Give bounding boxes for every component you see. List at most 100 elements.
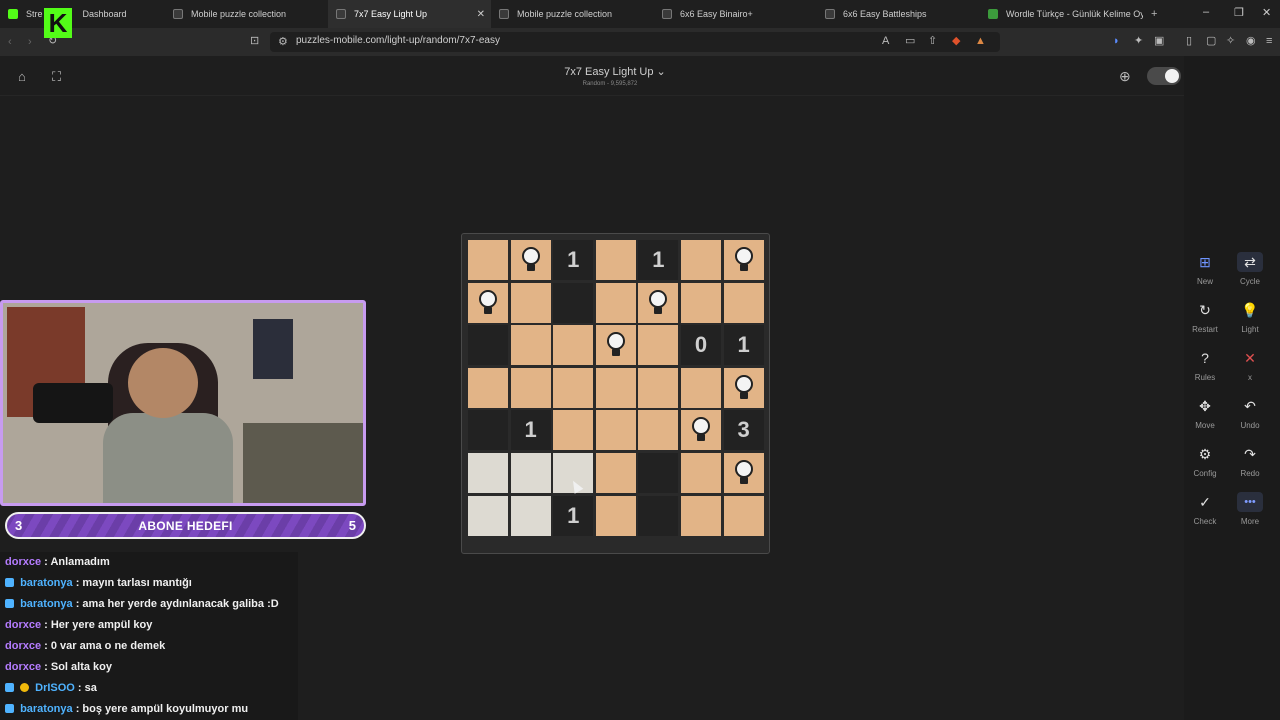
tab-wordle[interactable]: Wordle Türkçe - Günlük Kelime Oyu	[980, 0, 1143, 28]
help-icon: ?	[1201, 350, 1209, 366]
board-cell-lit[interactable]	[553, 367, 594, 408]
page-title[interactable]: 7x7 Easy Light Up ⌄	[540, 65, 690, 78]
board-cell-lit[interactable]	[723, 282, 764, 323]
translate-icon[interactable]: A	[882, 36, 889, 47]
board-cell-unlit[interactable]	[510, 495, 551, 536]
back-icon[interactable]: ‹	[8, 37, 12, 48]
puzzle-favicon-icon	[336, 9, 346, 19]
board-cell-lit[interactable]	[681, 367, 721, 408]
rewards-icon[interactable]: ▲	[975, 36, 986, 47]
new-button[interactable]: ⊞ New	[1183, 248, 1227, 292]
tab-label: Mobile puzzle collection	[191, 9, 287, 19]
board-cell-lit[interactable]	[510, 325, 551, 366]
board-cell-bulb[interactable]	[510, 240, 551, 280]
tab-stream-dashboard[interactable]: Stre Dashboard	[0, 0, 165, 28]
board-cell-bulb[interactable]	[595, 325, 636, 366]
audio-icon[interactable]: ◗	[1113, 36, 1120, 47]
zoom-icon[interactable]: ⊕	[1119, 69, 1131, 83]
config-button[interactable]: ⚙ Config	[1183, 440, 1227, 484]
board-cell-unlit[interactable]	[468, 495, 508, 536]
board-cell-bulb[interactable]	[638, 282, 679, 323]
menu-icon[interactable]: ≡	[1266, 36, 1272, 47]
redo-button[interactable]: ↷ Redo	[1228, 440, 1272, 484]
tab-battleships[interactable]: 6x6 Easy Battleships	[817, 0, 980, 28]
board-cell-unlit[interactable]	[510, 453, 551, 493]
maximize-icon[interactable]: ❐	[1234, 6, 1244, 19]
home-icon[interactable]: ⌂	[18, 70, 26, 83]
vpn-icon[interactable]: ▢	[1206, 36, 1216, 47]
new-tab-icon[interactable]: +	[1151, 9, 1157, 20]
board-cell-lit[interactable]	[553, 410, 594, 451]
brave-shield-icon[interactable]: ◆	[952, 36, 960, 47]
theme-toggle[interactable]	[1147, 67, 1181, 85]
forward-icon[interactable]: ›	[28, 37, 32, 48]
board-cell-lit[interactable]	[681, 453, 721, 493]
lightbulb-part	[739, 264, 748, 271]
board-cell-bulb[interactable]	[468, 282, 508, 323]
board-cell-lit[interactable]	[681, 240, 721, 280]
more-button[interactable]: ••• More	[1228, 488, 1272, 532]
board-cell-lit[interactable]	[595, 282, 636, 323]
board-cell-bulb[interactable]	[723, 453, 764, 493]
chat-message: dorxce : Anlamadım	[5, 556, 110, 568]
puzzle-favicon-icon	[662, 9, 672, 19]
chat-message: dorxce : 0 var ama o ne demek	[5, 640, 165, 652]
board-cell-lit[interactable]	[681, 282, 721, 323]
x-mark-button[interactable]: ✕ x	[1228, 344, 1272, 388]
lightbulb-part	[692, 417, 710, 436]
board-cell-bulb[interactable]	[681, 410, 721, 451]
undo-button[interactable]: ↶ Undo	[1228, 392, 1272, 436]
board-cell-lit[interactable]	[468, 240, 508, 280]
board-cell-lit[interactable]	[638, 325, 679, 366]
pin-icon[interactable]: ◉	[1246, 36, 1256, 47]
board-cell-lit[interactable]	[595, 453, 636, 493]
check-button[interactable]: ✓ Check	[1183, 488, 1227, 532]
board-cell-lit[interactable]	[681, 495, 721, 536]
tab-mobile-puzzle-collection-2[interactable]: Mobile puzzle collection	[491, 0, 654, 28]
board-cell-wall	[638, 453, 679, 493]
board-cell-lit[interactable]	[638, 367, 679, 408]
tab-binairo[interactable]: 6x6 Easy Binairo+	[654, 0, 817, 28]
board-cell-bulb[interactable]	[723, 367, 764, 408]
board-cell-lit[interactable]	[638, 410, 679, 451]
leo-icon[interactable]: ✧	[1226, 36, 1235, 47]
board-cell-lit[interactable]	[595, 495, 636, 536]
board-cell-lit[interactable]	[595, 240, 636, 280]
tab-light-up[interactable]: 7x7 Easy Light Up ✕	[328, 0, 491, 28]
rules-button[interactable]: ? Rules	[1183, 344, 1227, 388]
board-cell-lit[interactable]	[468, 367, 508, 408]
board-cell-lit[interactable]	[595, 410, 636, 451]
chat-text: : ama her yerde aydınlanacak galiba :D	[75, 598, 279, 610]
fullscreen-icon[interactable]: ⛶	[52, 70, 61, 83]
tab-mobile-puzzle-collection[interactable]: Mobile puzzle collection	[165, 0, 328, 28]
board-cell-lit[interactable]	[723, 495, 764, 536]
cycle-button[interactable]: ⇄ Cycle	[1228, 248, 1272, 292]
restart-button[interactable]: ↻ Restart	[1183, 296, 1227, 340]
move-button[interactable]: ✥ Move	[1183, 392, 1227, 436]
goal-current: 3	[15, 518, 23, 533]
extensions-icon[interactable]: ✦	[1134, 36, 1143, 47]
board-cell-lit[interactable]	[510, 367, 551, 408]
board-cell-lit[interactable]	[553, 325, 594, 366]
bookmark-icon[interactable]: ⊡	[250, 36, 259, 47]
site-info-icon[interactable]: ⚙	[278, 37, 288, 48]
share-icon[interactable]: ⇧	[928, 36, 937, 47]
chat-message: DrISOO : sa	[5, 682, 97, 694]
board-cell-lit[interactable]	[595, 367, 636, 408]
board-cell-lit[interactable]	[510, 282, 551, 323]
close-icon[interactable]: ✕	[477, 9, 485, 20]
window-close-icon[interactable]: ✕	[1262, 6, 1271, 19]
board-cell-bulb[interactable]	[723, 240, 764, 280]
wallet-icon[interactable]: ▣	[1154, 36, 1164, 47]
page-subtitle: Random - 9,595,872	[582, 81, 638, 87]
sidebar-toggle-icon[interactable]: ▯	[1186, 36, 1192, 47]
lightbulb-part	[697, 434, 705, 442]
light-button[interactable]: 💡 Light	[1228, 296, 1272, 340]
lightbulb-part	[611, 349, 620, 357]
minimize-icon[interactable]: –	[1203, 6, 1209, 18]
lightbulb-icon	[648, 289, 668, 316]
board-cell-unlit[interactable]	[468, 453, 508, 493]
board-cell-wall	[468, 325, 508, 366]
board-cell-wall	[468, 410, 508, 451]
screenshot-icon[interactable]: ▭	[905, 36, 915, 47]
